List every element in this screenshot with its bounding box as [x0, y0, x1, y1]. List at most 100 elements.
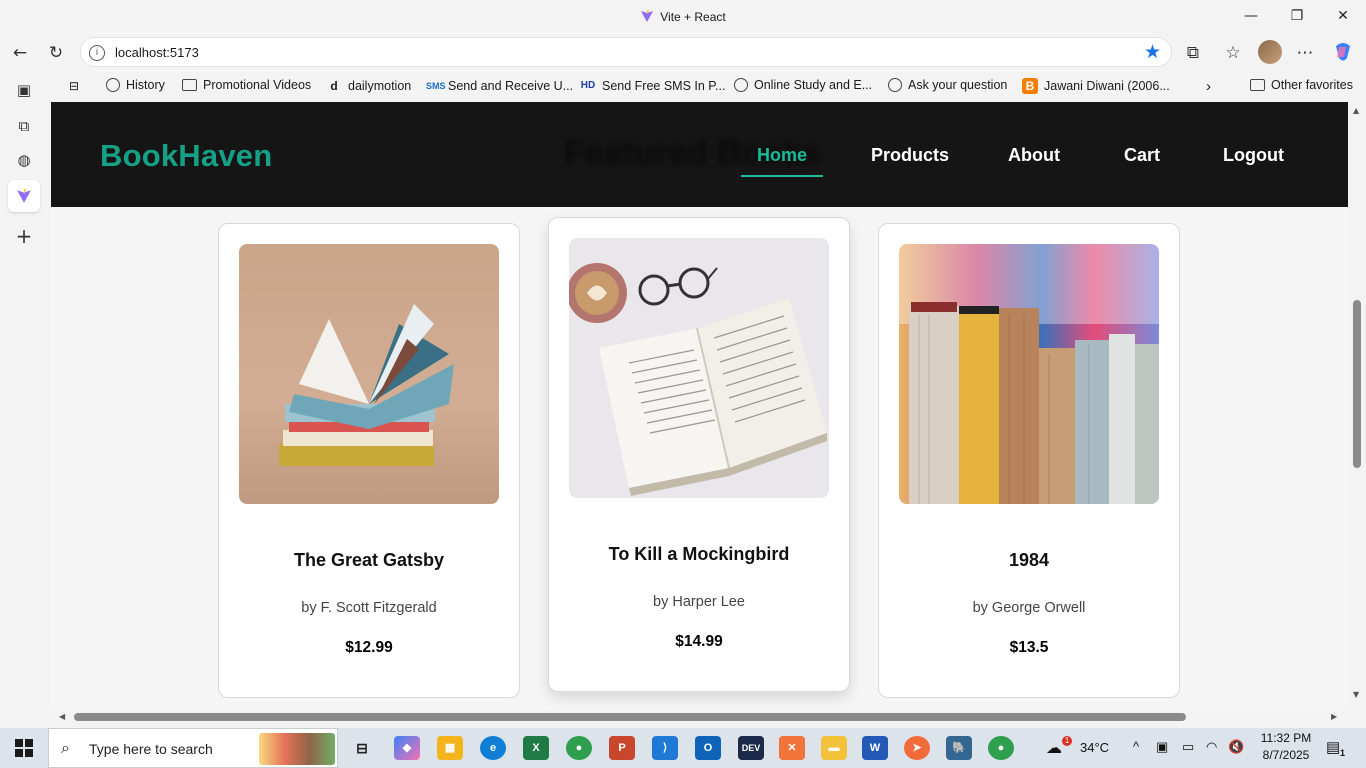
book-card[interactable]: To Kill a Mockingbird by Harper Lee $14.…: [548, 217, 850, 692]
window-titlebar: Vite + React — ❐ ✕: [0, 0, 1366, 34]
hd-icon: HD: [580, 80, 596, 91]
restore-button[interactable]: ❐: [1274, 0, 1320, 32]
show-hidden-icons-icon[interactable]: ^: [1133, 739, 1139, 768]
scroll-down-icon[interactable]: ▼: [1353, 690, 1359, 699]
weather-temperature[interactable]: 34°C: [1080, 740, 1109, 768]
browser-toolbar: ← ↻ i localhost:5173 ★ ⧉ ☆ ⋯: [0, 34, 1366, 70]
favorite-item[interactable]: B Jawani Diwani (2006...: [1022, 78, 1170, 94]
tab-actions-icon[interactable]: ▣: [12, 78, 36, 102]
folder-icon: [1250, 79, 1265, 91]
volume-muted-icon[interactable]: 🔇: [1228, 739, 1244, 768]
chevron-right-icon[interactable]: ›: [1206, 78, 1211, 95]
taskbar: ⌕ Type here to search ⊟ ◆ ▦ e X ● P ⟩ O …: [0, 728, 1366, 768]
nav-products[interactable]: Products: [871, 145, 949, 166]
site-header: BookHaven Featured Books Home Products A…: [51, 102, 1348, 207]
edge-icon[interactable]: e: [480, 736, 506, 760]
postman-icon[interactable]: ➤: [904, 736, 930, 760]
book-price: $12.99: [345, 639, 393, 656]
favorite-item[interactable]: Promotional Videos: [182, 78, 311, 92]
search-icon: ⌕: [61, 738, 70, 757]
chrome-icon[interactable]: ●: [566, 736, 592, 760]
chrome-profile-icon[interactable]: ●: [988, 736, 1014, 760]
vscode-icon[interactable]: ⟩: [652, 736, 678, 760]
book-cover-image: [899, 244, 1159, 504]
book-card[interactable]: 1984 by George Orwell $13.5: [878, 223, 1180, 698]
workspaces-icon[interactable]: ⧉: [12, 114, 36, 138]
book-title[interactable]: The Great Gatsby: [219, 550, 519, 571]
favorite-item[interactable]: Online Study and E...: [734, 78, 872, 92]
book-author: by F. Scott Fitzgerald: [301, 600, 437, 616]
favorite-item[interactable]: d dailymotion: [326, 78, 411, 94]
globe-icon: [734, 78, 748, 92]
task-view-icon[interactable]: ⊟: [349, 736, 375, 760]
favorite-item[interactable]: Ask your question: [888, 78, 1007, 92]
notifications-icon[interactable]: ▤: [1326, 738, 1340, 768]
page-viewport: BookHaven Featured Books Home Products A…: [51, 102, 1348, 710]
horizontal-scroll-thumb[interactable]: [74, 713, 1186, 721]
windows-logo-icon: [15, 739, 33, 757]
address-bar[interactable]: i localhost:5173 ★: [80, 37, 1172, 67]
file-explorer-icon[interactable]: ▬: [821, 736, 847, 760]
copilot-taskbar-icon[interactable]: ◆: [394, 736, 420, 760]
favorite-star-icon[interactable]: ★: [1144, 41, 1161, 63]
powerpoint-icon[interactable]: P: [609, 736, 635, 760]
nav-home[interactable]: Home: [740, 145, 824, 177]
network-icon[interactable]: ▣: [1156, 739, 1168, 768]
clock-date: 8/7/2025: [1262, 748, 1310, 762]
refresh-icon[interactable]: ↻: [45, 42, 67, 64]
favorite-item[interactable]: SMS Send and Receive U...: [426, 78, 573, 94]
address-url[interactable]: localhost:5173: [115, 45, 199, 60]
book-title[interactable]: 1984: [879, 550, 1179, 571]
favorites-icon[interactable]: ☆: [1222, 42, 1244, 64]
close-window-button[interactable]: ✕: [1320, 0, 1366, 32]
profile-avatar[interactable]: [1258, 40, 1282, 64]
xampp-icon[interactable]: ✕: [779, 736, 805, 760]
excel-icon[interactable]: X: [523, 736, 549, 760]
devc-icon[interactable]: DEV: [738, 736, 764, 760]
back-arrow-icon[interactable]: ←: [9, 42, 31, 64]
book-cover-image: [569, 238, 829, 498]
blogger-icon: B: [1022, 78, 1038, 94]
favorites-menu-icon[interactable]: ⊟: [66, 78, 88, 94]
vite-tab-icon[interactable]: [8, 180, 40, 212]
browser-sidebar: ▣ ⧉ ◍ +: [0, 70, 48, 728]
wifi-icon[interactable]: ◠: [1206, 739, 1217, 768]
clock[interactable]: 11:32 PM 8/7/2025: [1256, 731, 1316, 768]
nav-logout[interactable]: Logout: [1223, 145, 1284, 166]
globe-tab-icon[interactable]: ◍: [12, 148, 36, 172]
horizontal-scrollbar[interactable]: ◀ ▶: [51, 710, 1348, 726]
book-title[interactable]: To Kill a Mockingbird: [549, 544, 849, 565]
nav-cart[interactable]: Cart: [1124, 145, 1160, 166]
favorite-item[interactable]: History: [106, 78, 165, 92]
copilot-icon[interactable]: [1332, 41, 1354, 63]
minimize-button[interactable]: —: [1228, 0, 1274, 32]
taskbar-search-box[interactable]: ⌕ Type here to search: [48, 728, 338, 768]
notification-count: 1: [1340, 748, 1346, 758]
extensions-icon[interactable]: ⧉: [1182, 42, 1204, 64]
vertical-scrollbar[interactable]: ▲ ▼: [1348, 102, 1366, 710]
postgres-icon[interactable]: 🐘: [946, 736, 972, 760]
taskbar-search-placeholder[interactable]: Type here to search: [89, 741, 213, 757]
outlook-icon[interactable]: O: [695, 736, 721, 760]
nav-about[interactable]: About: [1008, 145, 1060, 166]
globe-icon: [888, 78, 902, 92]
favorite-item[interactable]: HD Send Free SMS In P...: [580, 78, 726, 94]
scroll-right-icon[interactable]: ▶: [1331, 712, 1337, 721]
store-icon[interactable]: ▦: [437, 736, 463, 760]
more-options-icon[interactable]: ⋯: [1294, 42, 1316, 64]
vertical-scroll-thumb[interactable]: [1353, 300, 1361, 468]
site-info-icon[interactable]: i: [89, 45, 105, 61]
word-icon[interactable]: W: [862, 736, 888, 760]
site-brand[interactable]: BookHaven: [100, 138, 272, 174]
weather-icon[interactable]: ☁: [1046, 738, 1062, 768]
scroll-left-icon[interactable]: ◀: [59, 712, 65, 721]
favorites-bar: ⊟ History Promotional Videos d dailymotio…: [50, 72, 1366, 100]
other-favorites[interactable]: Other favorites: [1250, 78, 1353, 92]
battery-icon[interactable]: ▭: [1182, 739, 1194, 768]
sms-icon: SMS: [426, 81, 446, 91]
windows-start-button[interactable]: [0, 728, 48, 768]
book-card[interactable]: The Great Gatsby by F. Scott Fitzgerald …: [218, 223, 520, 698]
clock-time: 11:32 PM: [1260, 731, 1312, 745]
new-tab-icon[interactable]: +: [12, 224, 36, 248]
scroll-up-icon[interactable]: ▲: [1353, 106, 1359, 115]
